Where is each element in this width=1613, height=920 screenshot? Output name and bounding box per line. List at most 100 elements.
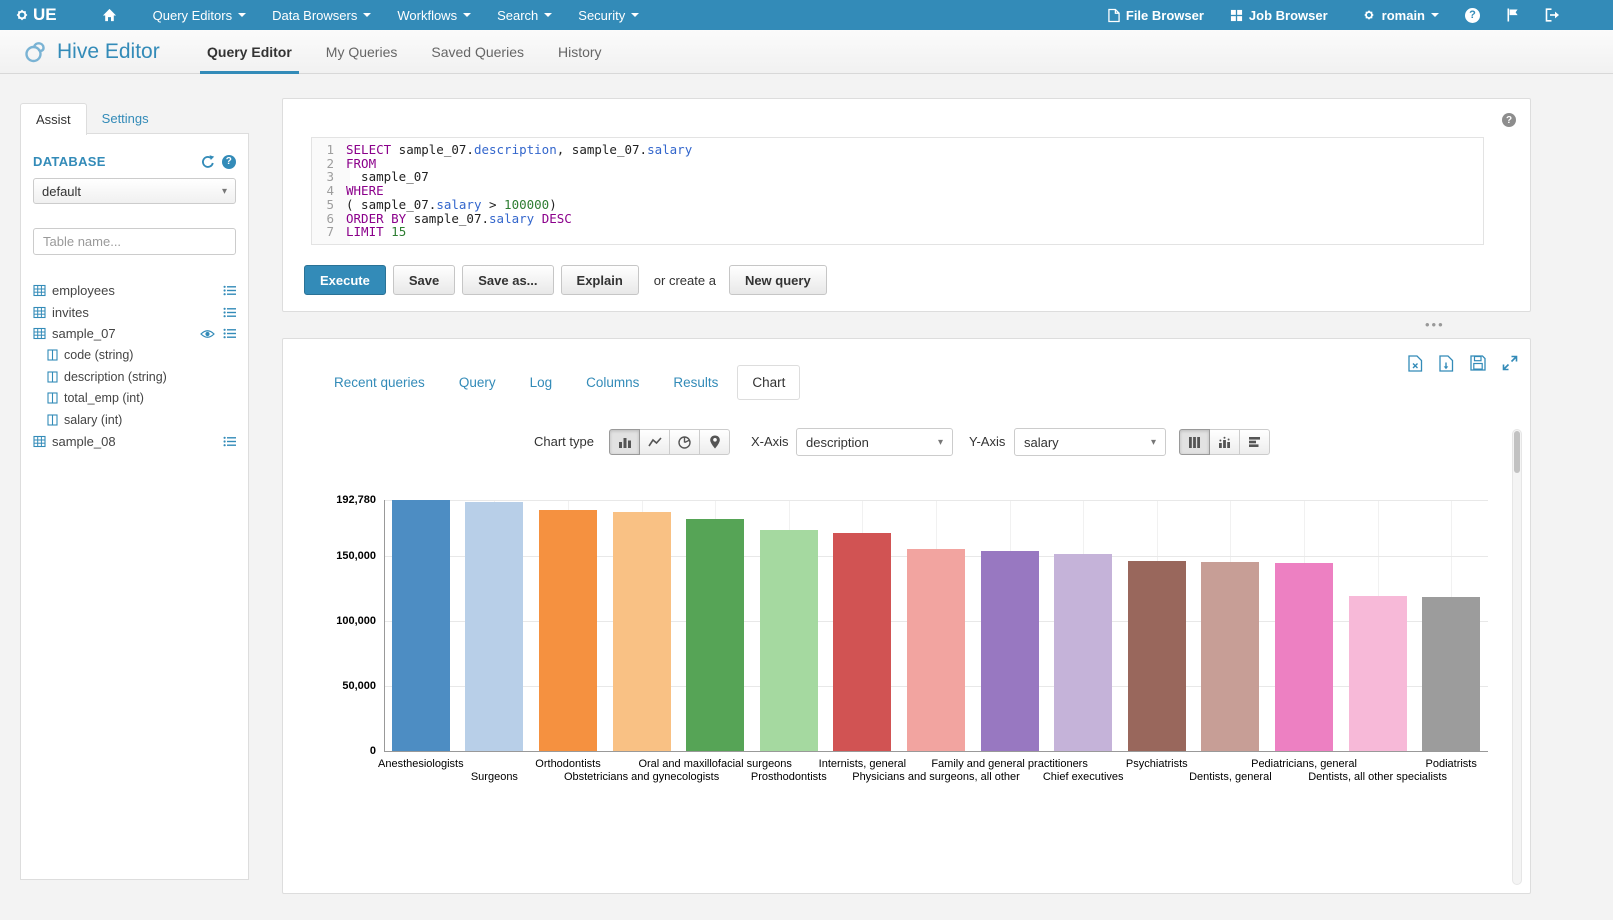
- logout-button[interactable]: [1532, 0, 1573, 30]
- scrollbar-thumb[interactable]: [1514, 431, 1520, 473]
- tab-saved-queries[interactable]: Saved Queries: [414, 30, 541, 74]
- resize-gripper[interactable]: •••: [1425, 317, 1445, 332]
- tab-query-editor[interactable]: Query Editor: [190, 30, 309, 74]
- tab-label: Results: [673, 375, 718, 390]
- code-line[interactable]: 7LIMIT 15: [312, 225, 1483, 239]
- chart-bar[interactable]: [1349, 596, 1407, 751]
- tab-results[interactable]: Results: [658, 365, 733, 400]
- column-row-description[interactable]: description (string): [33, 366, 236, 388]
- download-csv-icon[interactable]: [1439, 355, 1454, 372]
- table-name: sample_07: [52, 326, 116, 341]
- chart-bar[interactable]: [907, 549, 965, 751]
- y-axis-selected-value: salary: [1024, 435, 1059, 450]
- grouped-bars-button[interactable]: [1179, 429, 1210, 455]
- eye-icon[interactable]: [200, 329, 215, 339]
- table-row-invites[interactable]: invites: [33, 302, 236, 324]
- list-icon[interactable]: [223, 436, 236, 447]
- save-button[interactable]: Save: [393, 265, 455, 295]
- chart-bar[interactable]: [1054, 554, 1112, 751]
- chart-bar[interactable]: [1275, 563, 1333, 751]
- list-icon[interactable]: [223, 307, 236, 318]
- tab-history[interactable]: History: [541, 30, 619, 74]
- menu-workflows[interactable]: Workflows: [384, 0, 484, 30]
- tab-my-queries[interactable]: My Queries: [309, 30, 415, 74]
- chart-bar[interactable]: [1422, 597, 1480, 751]
- code-line[interactable]: 1SELECT sample_07.description, sample_07…: [312, 143, 1483, 157]
- home-button[interactable]: [89, 0, 130, 30]
- code-editor[interactable]: 1SELECT sample_07.description, sample_07…: [311, 137, 1484, 245]
- x-tick-label: Physicians and surgeons, all other: [852, 771, 1020, 783]
- feedback-flag-button[interactable]: [1493, 0, 1532, 30]
- tab-columns[interactable]: Columns: [571, 365, 654, 400]
- code-line[interactable]: 5( sample_07.salary > 100000): [312, 198, 1483, 212]
- menu-data-browsers[interactable]: Data Browsers: [259, 0, 384, 30]
- hue-logo[interactable]: UE: [0, 5, 71, 25]
- column-name: salary (int): [64, 413, 122, 427]
- refresh-icon[interactable]: [201, 155, 215, 169]
- table-filter-input[interactable]: [33, 228, 236, 255]
- tab-settings[interactable]: Settings: [87, 103, 164, 134]
- job-browser-label: Job Browser: [1249, 8, 1328, 23]
- help-icon[interactable]: ?: [1502, 113, 1516, 127]
- horizontal-bars-button[interactable]: [1239, 429, 1270, 455]
- logout-icon: [1545, 8, 1560, 22]
- chart-bar[interactable]: [465, 502, 523, 751]
- column-row-total-emp[interactable]: total_emp (int): [33, 388, 236, 410]
- list-icon[interactable]: [223, 285, 236, 296]
- code-line[interactable]: 2FROM: [312, 157, 1483, 171]
- chart-bar[interactable]: [760, 530, 818, 751]
- list-icon[interactable]: [223, 328, 236, 339]
- job-browser-button[interactable]: Job Browser: [1217, 0, 1341, 30]
- table-row-employees[interactable]: employees: [33, 280, 236, 302]
- download-xls-icon[interactable]: [1408, 355, 1423, 372]
- tab-log[interactable]: Log: [515, 365, 568, 400]
- chart-bar[interactable]: [613, 512, 671, 751]
- bar-chart-icon: [618, 436, 632, 448]
- table-row-sample-07[interactable]: sample_07: [33, 323, 236, 345]
- menu-security[interactable]: Security: [565, 0, 652, 30]
- file-browser-button[interactable]: File Browser: [1095, 0, 1217, 30]
- chart-bar[interactable]: [686, 519, 744, 751]
- code-line[interactable]: 6ORDER BY sample_07.salary DESC: [312, 212, 1483, 226]
- chart-bar[interactable]: [392, 500, 450, 751]
- chart-bar[interactable]: [981, 551, 1039, 751]
- chart-type-map-button[interactable]: [699, 429, 730, 455]
- vertical-scrollbar[interactable]: [1512, 429, 1522, 885]
- execute-button[interactable]: Execute: [304, 265, 386, 295]
- chart-type-pie-button[interactable]: [669, 429, 700, 455]
- tab-recent-queries[interactable]: Recent queries: [319, 365, 440, 400]
- user-menu[interactable]: romain: [1349, 0, 1452, 30]
- column-row-code[interactable]: code (string): [33, 345, 236, 367]
- chart-bar[interactable]: [1201, 562, 1259, 751]
- chart-bar[interactable]: [1128, 561, 1186, 751]
- database-select[interactable]: default ▾: [33, 178, 236, 204]
- y-tick-label: 100,000: [316, 615, 376, 627]
- save-results-icon[interactable]: [1470, 355, 1486, 372]
- expand-icon[interactable]: [1502, 355, 1518, 372]
- help-button[interactable]: ?: [1452, 0, 1493, 30]
- save-as-button[interactable]: Save as...: [462, 265, 553, 295]
- chart-type-line-button[interactable]: [639, 429, 670, 455]
- chart-type-bars-button[interactable]: [609, 429, 640, 455]
- code-line[interactable]: 4WHERE: [312, 184, 1483, 198]
- y-axis-select[interactable]: salary ▾: [1014, 428, 1166, 456]
- menu-query-editors[interactable]: Query Editors: [140, 0, 259, 30]
- x-tick-label: Psychiatrists: [1126, 758, 1188, 770]
- line-number: 7: [312, 225, 342, 239]
- tab-assist[interactable]: Assist: [20, 103, 87, 135]
- menu-search[interactable]: Search: [484, 0, 565, 30]
- chart-bar[interactable]: [539, 510, 597, 751]
- x-tick-label: Obstetricians and gynecologists: [564, 771, 719, 783]
- tab-chart[interactable]: Chart: [737, 365, 800, 400]
- code-line[interactable]: 3 sample_07: [312, 170, 1483, 184]
- stacked-bars-button[interactable]: [1209, 429, 1240, 455]
- help-icon[interactable]: ?: [222, 155, 236, 169]
- x-axis-select[interactable]: description ▾: [796, 428, 953, 456]
- table-row-sample-08[interactable]: sample_08: [33, 431, 236, 453]
- tab-query[interactable]: Query: [444, 365, 511, 400]
- chart-bar[interactable]: [833, 533, 891, 751]
- column-row-salary[interactable]: salary (int): [33, 409, 236, 431]
- new-query-button[interactable]: New query: [729, 265, 827, 295]
- explain-button[interactable]: Explain: [561, 265, 639, 295]
- x-tick-label: Podiatrists: [1426, 758, 1477, 770]
